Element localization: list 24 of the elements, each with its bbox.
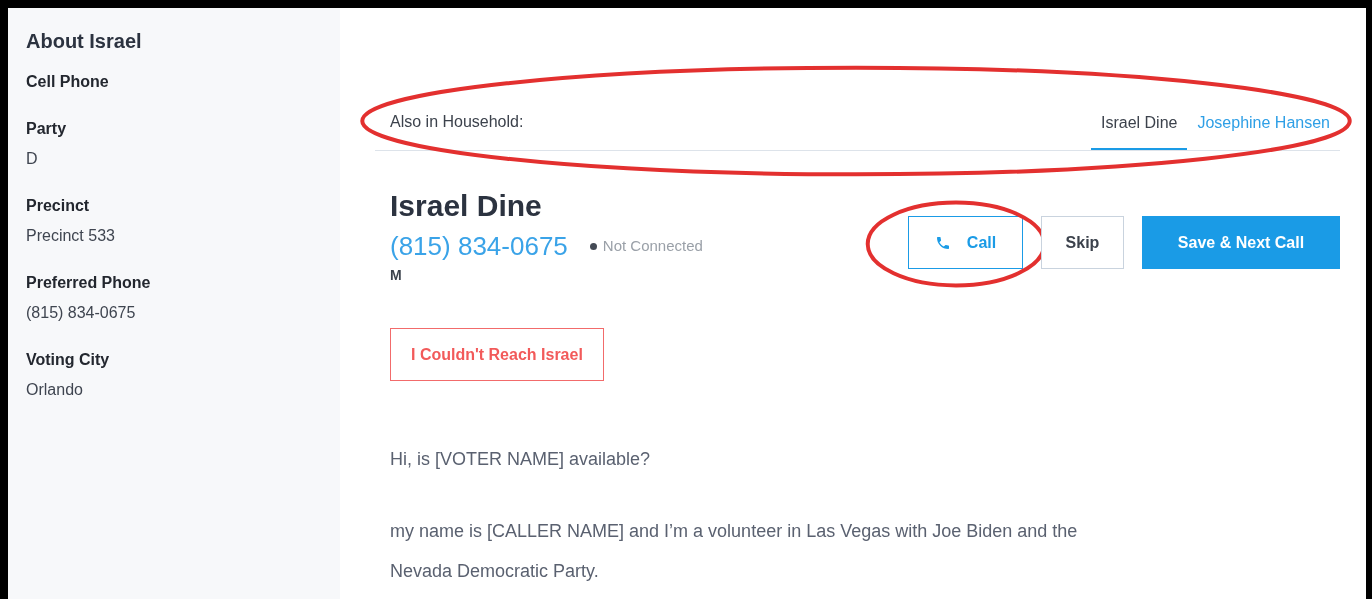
unreachable-button[interactable]: I Couldn't Reach Israel xyxy=(390,328,604,381)
field-label: Party xyxy=(26,119,68,139)
script-paragraph: Hi, is [VOTER NAME] available? xyxy=(390,448,652,471)
field-label: Voting City xyxy=(26,350,111,370)
call-button[interactable]: Call xyxy=(908,216,1023,269)
field-value: D xyxy=(26,149,39,169)
field-value: (815) 834-0675 xyxy=(26,303,137,323)
skip-button[interactable]: Skip xyxy=(1041,216,1124,269)
phone-link[interactable]: (815) 834-0675 xyxy=(390,229,568,263)
gender-text: M xyxy=(390,266,403,285)
household-tab[interactable]: Israel Dine xyxy=(1090,113,1188,150)
field-value: Precinct 533 xyxy=(26,226,116,246)
household-label: Also in Household: xyxy=(390,112,524,132)
save-next-button[interactable]: Save & Next Call xyxy=(1142,216,1340,269)
field-label: Cell Phone xyxy=(26,72,110,92)
script-paragraph: my name is [CALLER NAME] and I’m a volunteer in Las Vegas with Joe Biden and the Nevada Democratic Party. xyxy=(390,520,1079,583)
sidebar-title: About Israel xyxy=(26,29,143,54)
household-tab[interactable]: Josephine Hansen xyxy=(1187,113,1340,150)
field-label: Preferred Phone xyxy=(26,273,152,293)
status-text: Not Connected xyxy=(602,235,703,256)
phone-icon xyxy=(934,234,951,251)
field-label: Precinct xyxy=(26,196,91,216)
contact-name: Israel Dine xyxy=(390,189,543,223)
field-value: Orlando xyxy=(26,380,84,400)
